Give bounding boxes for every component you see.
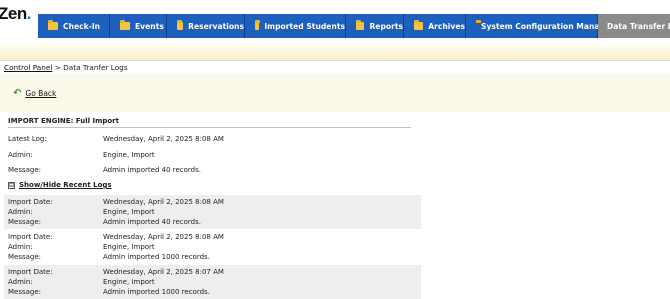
toggle-label: Show/Hide Recent Logs [19,181,112,189]
tab-label: Data Transfer Logs [607,21,670,31]
log-entry: Import Date: Wednesday, April 2, 2025 8:… [4,195,421,229]
breadcrumb-separator: > [52,63,64,72]
folder-icon [255,20,261,30]
folder-icon [177,20,184,30]
message-label: Message: [8,166,42,174]
log-message-label: Message: [8,253,42,261]
tab-label: Reports [369,21,403,31]
breadcrumb: Control Panel > Data Tranfer Logs [0,60,670,75]
log-date-value: Wednesday, April 2, 2025 8:08 AM [103,198,224,206]
log-message-row: Message: Admin imported 40 records. [8,218,418,228]
breadcrumb-current: Data Tranfer Logs [63,63,128,72]
log-date-row: Import Date: Wednesday, April 2, 2025 8:… [8,198,418,208]
latest-log-value: Wednesday, April 2, 2025 8:08 AM [103,135,224,143]
tab-system-configuration-manager[interactable]: System Configuration Manager [466,14,614,38]
log-date-value: Wednesday, April 2, 2025 8:08 AM [103,233,224,241]
back-arrow-icon: ↶ [13,88,22,99]
tab-label: Check-In [63,21,101,31]
log-admin-value: Engine, Import [103,243,155,251]
show-hide-recent-logs-toggle[interactable]: ⊟ Show/Hide Recent Logs [8,181,112,189]
log-admin-value: Engine, Import [103,208,155,216]
main-navbar: Check-In Events Reservations Imported St… [38,14,670,38]
tab-reservations[interactable]: Reservations [167,14,245,38]
tab-archives[interactable]: Archives [404,14,466,38]
tab-label: Events [135,21,164,31]
log-admin-row: Admin: Engine, Import [8,243,418,253]
log-date-row: Import Date: Wednesday, April 2, 2025 8:… [8,268,418,278]
message-value: Admin imported 40 records. [103,166,201,174]
tab-reports[interactable]: Reports [346,14,404,38]
log-message-value: Admin imported 40 records. [103,218,201,226]
zen-logo: Zen. [0,4,31,24]
log-date-label: Import Date: [8,198,53,206]
breadcrumb-control-panel-link[interactable]: Control Panel [4,63,52,72]
log-entry: Import Date: Wednesday, April 2, 2025 8:… [4,265,421,299]
log-date-value: Wednesday, April 2, 2025 8:07 AM [103,268,224,276]
log-message-value: Admin imported 1000 records. [103,288,210,296]
folder-icon [356,20,365,30]
log-admin-value: Engine, Import [103,278,155,286]
admin-label: Admin: [8,151,33,159]
go-back-panel: ↶ Go Back [0,74,670,112]
logo-text: Zen [0,4,27,23]
go-back-button[interactable]: ↶ Go Back [13,88,56,99]
log-entry: Import Date: Wednesday, April 2, 2025 8:… [4,230,421,264]
collapse-icon: ⊟ [8,181,15,189]
tab-label: System Configuration Manager [481,21,614,31]
logo-dot: . [26,4,32,23]
log-message-row: Message: Admin imported 1000 records. [8,253,418,263]
section-title: IMPORT ENGINE: Full Import [8,117,411,128]
log-date-label: Import Date: [8,233,53,241]
tab-check-in[interactable]: Check-In [38,14,110,38]
latest-log-label: Latest Log: [8,135,47,143]
log-admin-label: Admin: [8,278,33,286]
folder-icon [414,20,424,30]
folder-icon [48,20,58,30]
sub-header-band [0,44,670,60]
log-admin-label: Admin: [8,208,33,216]
log-admin-row: Admin: Engine, Import [8,278,418,288]
go-back-label: Go Back [25,89,57,98]
tab-data-transfer-logs[interactable]: Data Transfer Logs [598,14,670,38]
log-date-row: Import Date: Wednesday, April 2, 2025 8:… [8,233,418,243]
log-date-label: Import Date: [8,268,53,276]
tab-imported-students[interactable]: Imported Students [245,14,346,38]
log-message-value: Admin imported 1000 records. [103,253,210,261]
folder-icon [120,20,130,30]
tab-label: Reservations [188,21,244,31]
log-admin-label: Admin: [8,243,33,251]
tab-label: Imported Students [264,21,345,31]
admin-value: Engine, Import [103,151,155,159]
log-message-label: Message: [8,288,42,296]
tab-events[interactable]: Events [110,14,167,38]
log-message-row: Message: Admin imported 1000 records. [8,288,418,298]
log-admin-row: Admin: Engine, Import [8,208,418,218]
tab-label: Archives [428,21,465,31]
log-message-label: Message: [8,218,42,226]
